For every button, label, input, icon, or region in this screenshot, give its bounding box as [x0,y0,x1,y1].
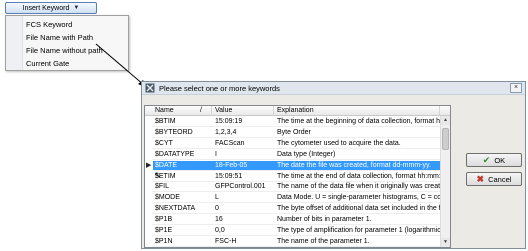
close-icon[interactable]: × [510,83,522,93]
row-divider [152,147,440,149]
keyword-dialog: Please select one or more keywords × Nam… [141,81,526,249]
column-name-label: Name [155,107,174,114]
column-header-explanation[interactable]: Explanation [274,106,440,116]
cancel-label: Cancel [488,174,512,184]
row-divider [152,180,440,182]
x-icon: ✖ [476,173,485,184]
row-divider [152,126,440,127]
row-divider [152,235,440,236]
row-divider [152,224,440,226]
scroll-down-icon[interactable]: ▼ [441,238,450,247]
table-row[interactable]: $P1B 16 Number of bits in parameter 1. [145,215,450,226]
row-divider [152,136,440,138]
table-row[interactable]: $BTIM 15:09:19 The time at the beginning o… [145,117,450,127]
row-divider [152,213,440,215]
table-row[interactable]: $NEXTDATA 0 The byte offset of additional … [145,204,450,215]
checkmark-icon: ✔ [482,154,491,165]
row-divider [152,169,440,171]
scroll-up-icon[interactable]: ▲ [441,116,450,125]
keyword-table: Name / Value Explanation $BTIM 15:09:19 Th… [144,105,451,248]
table-row[interactable]: $CYT FACScan The cytometer used to acquire… [145,139,450,149]
cancel-button[interactable]: ✖ Cancel [466,172,522,186]
row-divider [152,202,440,204]
column-header-value[interactable]: Value [212,106,274,116]
table-row[interactable]: $MODE L Data Mode. U = single-parameter hi… [145,193,450,204]
sort-indicator-icon: / [200,107,202,114]
row-divider [152,191,440,193]
table-row[interactable]: $ETIM 15:09:51 The time at the end of data… [145,172,450,182]
dialog-app-icon [145,83,155,93]
dialog-title: Please select one or more keywords [159,83,280,93]
table-row[interactable]: $FIL GFPControl.001 The name of the data f… [145,182,450,193]
row-pointer-icon: ▶ [146,161,152,169]
table-row[interactable]: $P1E 0,0 The type of amplification for par… [145,226,450,236]
table-row[interactable]: $P1N FSC-H The name of the parameter 1. [145,237,450,247]
row-divider [152,245,440,247]
row-divider [152,158,440,160]
vertical-scrollbar[interactable]: ▲ ▼ [440,116,450,247]
ok-label: OK [494,155,506,165]
cursor-icon: ↖ [154,169,162,180]
scrollbar-thumb[interactable] [442,128,449,150]
table-row[interactable]: $BYTEORD 1,2,3,4 Byte Order [145,128,450,138]
table-header: Name / Value Explanation [145,106,450,116]
dialog-titlebar: Please select one or more keywords × [142,82,525,95]
table-row[interactable]: ▶ $DATE 18-Feb-05 The date the file was cre… [145,160,450,171]
table-row[interactable]: $DATATYPE I Data type (Integer) [145,150,450,160]
ok-button[interactable]: ✔ OK [466,153,522,167]
column-header-name[interactable]: Name / [152,106,212,116]
